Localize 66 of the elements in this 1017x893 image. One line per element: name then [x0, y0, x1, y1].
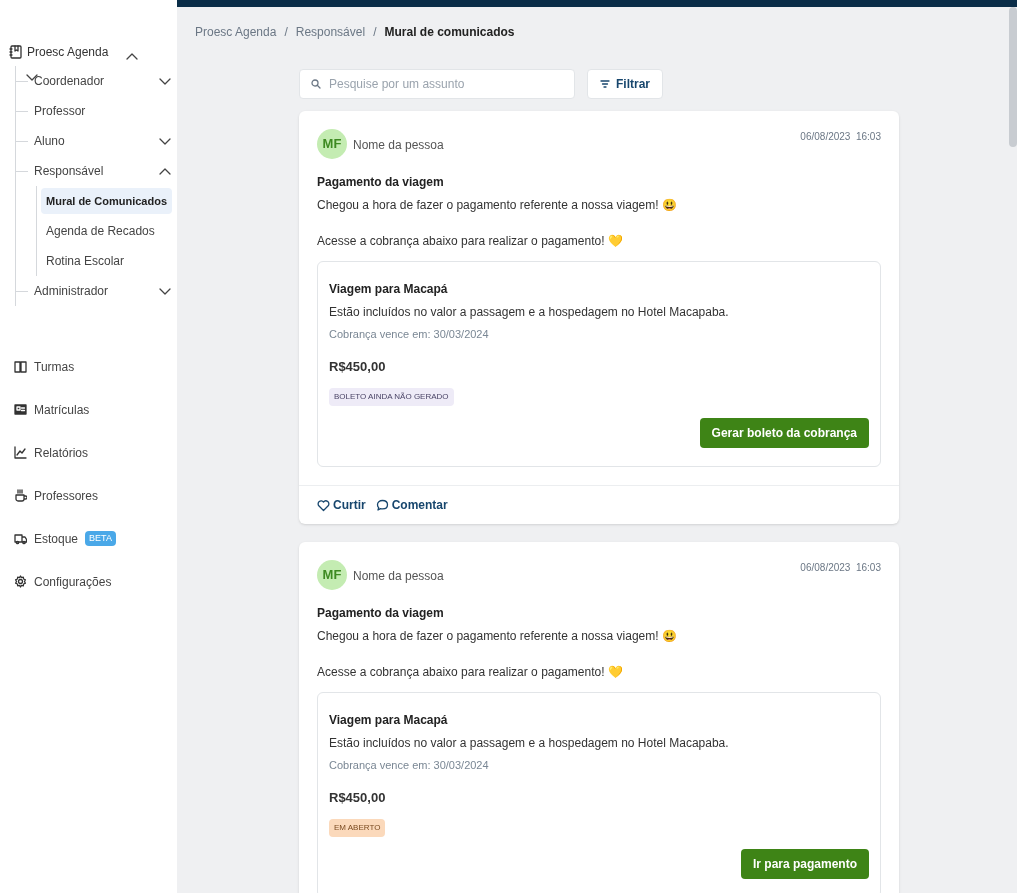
search-icon [311, 79, 321, 89]
notebook-icon [9, 45, 22, 59]
post-date: 06/08/2023 16:03 [800, 130, 881, 144]
book-icon [14, 360, 27, 373]
chevron-up-icon[interactable] [159, 167, 171, 175]
charge-amount: R$450,00 [329, 357, 387, 376]
tree-item[interactable]: Agenda de Recados [41, 222, 160, 240]
charge-title: Viagem para Macapá [329, 281, 449, 298]
tree-item[interactable]: Responsável [34, 162, 159, 180]
cup-icon [14, 489, 27, 502]
post-title: Pagamento da viagem [317, 174, 445, 191]
post-text: Acesse a cobrança abaixo para realizar o pagamento! 💛 [317, 664, 624, 680]
comment-button[interactable]: Comentar [375, 496, 448, 514]
heart-icon [317, 498, 330, 512]
author-name: Nome da pessoa [353, 137, 445, 154]
nav-item[interactable]: Turmas [34, 357, 75, 376]
breadcrumb-separator: / [373, 24, 377, 41]
nav-item[interactable]: Matrículas [34, 400, 90, 419]
tree-item[interactable]: Rotina Escolar [41, 252, 130, 270]
avatar: MF [317, 129, 347, 159]
payment-button[interactable]: Ir para pagamento [740, 849, 869, 879]
nav-item[interactable]: Configurações [34, 572, 112, 591]
nav-item[interactable]: Estoque [34, 529, 79, 548]
avatar: MF [317, 560, 347, 590]
settings-icon [14, 575, 27, 588]
breadcrumb-link[interactable]: Responsável [295, 23, 366, 41]
post-text: Chegou a hora de fazer o pagamento referente a nossa viagem! 😃 [317, 197, 678, 213]
nav-item[interactable]: Relatórios [34, 443, 89, 462]
charge-title: Viagem para Macapá [329, 712, 449, 729]
nav-item[interactable]: Professores [34, 486, 99, 505]
tree-item[interactable]: Administrador [34, 282, 159, 300]
status-badge: EM ABERTO [329, 819, 386, 837]
post-date: 06/08/2023 16:03 [800, 561, 881, 575]
chevron-down-icon[interactable] [159, 137, 171, 145]
post-title: Pagamento da viagem [317, 605, 445, 622]
post-text: Chegou a hora de fazer o pagamento referente a nossa viagem! 😃 [317, 628, 678, 644]
filter-icon [600, 80, 610, 88]
breadcrumb-separator: / [284, 24, 288, 41]
payment-button[interactable]: Gerar boleto da cobrança [699, 418, 869, 448]
like-button[interactable]: Curtir [317, 496, 366, 514]
chevron-down-icon[interactable] [159, 77, 171, 85]
beta-badge: BETA [85, 530, 116, 547]
status-badge: BOLETO AINDA NÃO GERADO [329, 388, 454, 406]
scrollbar[interactable] [1009, 7, 1017, 147]
post-text: Acesse a cobrança abaixo para realizar o pagamento! 💛 [317, 233, 624, 249]
charge-amount: R$450,00 [329, 788, 387, 807]
chevron-up-icon[interactable] [126, 52, 139, 60]
tree-item[interactable]: Mural de Comunicados [41, 187, 173, 215]
breadcrumb-link[interactable]: Proesc Agenda [195, 23, 277, 41]
tree-item[interactable]: Coordenador [34, 72, 159, 90]
tree-item[interactable]: Proesc Agenda [27, 43, 109, 61]
speech-bubble-icon [375, 498, 389, 512]
due-date: Cobrança vence em: 30/03/2024 [329, 758, 490, 773]
filter-button[interactable]: Filtrar [587, 69, 663, 99]
search-field[interactable]: Pesquise por um assunto [299, 69, 575, 99]
charge-description: Estão incluídos no valor a passagem e a hospedagem no Hotel Macapaba. [329, 304, 730, 321]
id-card-icon [14, 403, 27, 416]
due-date: Cobrança vence em: 30/03/2024 [329, 327, 490, 342]
chevron-down-icon[interactable] [159, 287, 171, 295]
tree-item[interactable]: Professor [34, 102, 171, 120]
line-chart-icon [14, 446, 27, 459]
author-name: Nome da pessoa [353, 568, 445, 585]
truck-icon [14, 532, 27, 545]
breadcrumb-current: Mural de comunicados [384, 24, 515, 41]
charge-description: Estão incluídos no valor a passagem e a hospedagem no Hotel Macapaba. [329, 735, 730, 752]
tree-item[interactable]: Aluno [34, 132, 159, 150]
